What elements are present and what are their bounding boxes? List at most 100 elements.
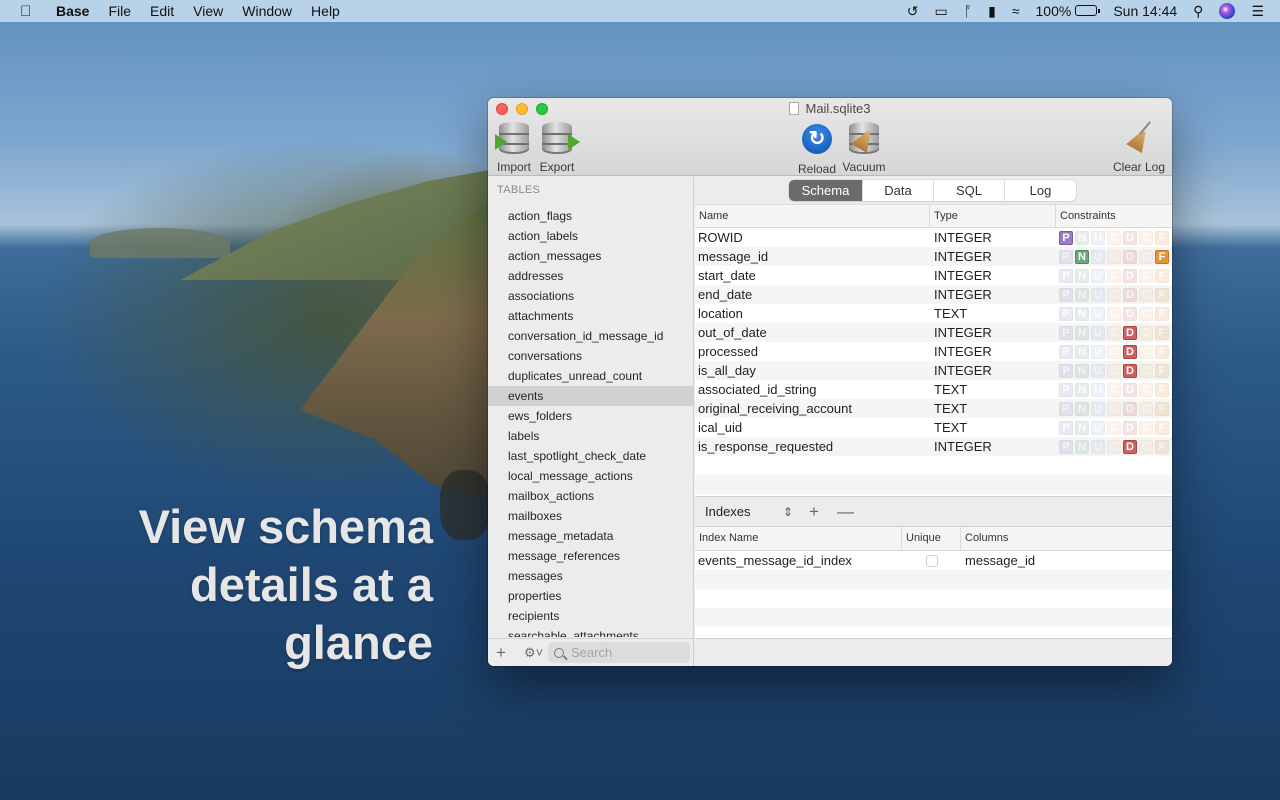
table-item[interactable]: properties xyxy=(488,586,693,606)
table-item[interactable]: duplicates_unread_count xyxy=(488,366,693,386)
tab-data[interactable]: Data xyxy=(863,180,934,201)
schema-row[interactable]: ROWID INTEGER P N U C D C F xyxy=(695,228,1172,247)
table-item[interactable]: searchable_attachments xyxy=(488,626,693,637)
empty-row xyxy=(695,475,1172,494)
clear-log-button[interactable]: Clear Log xyxy=(1110,121,1168,174)
constraint-n-badge: N xyxy=(1075,382,1089,397)
constraint-p-badge: P xyxy=(1059,325,1073,340)
table-item[interactable]: local_message_actions xyxy=(488,466,693,486)
constraint-n-badge: N xyxy=(1075,325,1089,340)
table-list[interactable]: action_flags action_labels action_messages… xyxy=(488,206,693,637)
table-search-field[interactable] xyxy=(548,642,690,663)
schema-row[interactable]: out_of_date INTEGER P N U C D C F xyxy=(695,323,1172,342)
schema-row[interactable]: associated_id_string TEXT P N U C D C F xyxy=(695,380,1172,399)
indexes-title[interactable]: Indexes xyxy=(705,504,775,519)
constraint-n-badge: N xyxy=(1075,230,1089,245)
index-columns: message_id xyxy=(965,553,1036,568)
schema-row[interactable]: start_date INTEGER P N U C D C F xyxy=(695,266,1172,285)
constraint-c-badge: C xyxy=(1107,363,1121,378)
table-item[interactable]: action_labels xyxy=(488,226,693,246)
gear-menu-icon[interactable]: ⚙˅ xyxy=(524,645,543,661)
app-window: Mail.sqlite3 Import Export ↻ Reload Vacu… xyxy=(488,98,1172,666)
vacuum-button[interactable]: Vacuum xyxy=(838,122,890,174)
column-header-unique[interactable]: Unique xyxy=(902,527,961,550)
add-index-button[interactable]: + xyxy=(809,502,829,522)
remove-index-button[interactable]: — xyxy=(837,502,857,522)
import-database-icon xyxy=(495,122,531,156)
table-item[interactable]: message_metadata xyxy=(488,526,693,546)
empty-row xyxy=(695,456,1172,475)
menu-app-name[interactable]: Base xyxy=(56,3,89,19)
constraint-n-badge: N xyxy=(1075,268,1089,283)
constraint-p-badge: P xyxy=(1059,306,1073,321)
schema-row[interactable]: processed INTEGER P N U C D C F xyxy=(695,342,1172,361)
search-input[interactable] xyxy=(571,645,681,660)
unique-checkbox[interactable] xyxy=(925,554,938,567)
time-machine-icon[interactable]: ↺ xyxy=(907,3,919,20)
menu-edit[interactable]: Edit xyxy=(150,3,174,19)
table-item[interactable]: associations xyxy=(488,286,693,306)
constraint-c-badge: C xyxy=(1107,306,1121,321)
clock[interactable]: Sun 14:44 xyxy=(1113,3,1177,19)
battery-status[interactable]: 100% xyxy=(1036,3,1101,19)
airplay-icon[interactable]: ▭ xyxy=(934,3,947,20)
tab-sql[interactable]: SQL xyxy=(934,180,1005,201)
schema-row[interactable]: is_response_requested INTEGER P N U C D C F xyxy=(695,437,1172,456)
table-item[interactable]: attachments xyxy=(488,306,693,326)
column-header-name[interactable]: Name xyxy=(695,205,930,227)
apple-menu-icon[interactable]:  xyxy=(20,3,34,20)
tab-schema[interactable]: Schema xyxy=(789,180,863,201)
add-table-button[interactable]: + xyxy=(496,643,512,663)
wifi-icon[interactable]: ≈ xyxy=(1012,3,1020,19)
notification-center-icon[interactable]: ☰ xyxy=(1251,3,1264,20)
schema-row[interactable]: message_id INTEGER P N U C D C F xyxy=(695,247,1172,266)
constraint-u-badge: U xyxy=(1091,382,1105,397)
schema-row[interactable]: original_receiving_account TEXT P N U C D C F xyxy=(695,399,1172,418)
column-header-columns[interactable]: Columns xyxy=(961,527,1172,550)
menu-file[interactable]: File xyxy=(108,3,131,19)
promo-headline: View schema details at a glance xyxy=(73,498,433,672)
indexes-popup-chevron-icon[interactable]: ⇕ xyxy=(783,505,803,519)
table-item[interactable]: conversations xyxy=(488,346,693,366)
index-row[interactable]: events_message_id_index message_id xyxy=(695,551,1172,570)
table-item[interactable]: action_messages xyxy=(488,246,693,266)
schema-row[interactable]: ical_uid TEXT P N U C D C F xyxy=(695,418,1172,437)
table-item[interactable]: messages xyxy=(488,566,693,586)
constraint-p-badge: P xyxy=(1059,420,1073,435)
schema-row[interactable]: is_all_day INTEGER P N U C D C F xyxy=(695,361,1172,380)
table-item[interactable]: recipients xyxy=(488,606,693,626)
table-item[interactable]: message_references xyxy=(488,546,693,566)
reload-button[interactable]: ↻ Reload xyxy=(791,122,843,176)
table-item[interactable]: labels xyxy=(488,426,693,446)
schema-row[interactable]: location TEXT P N U C D C F xyxy=(695,304,1172,323)
constraint-n-badge: N xyxy=(1075,420,1089,435)
table-item[interactable]: addresses xyxy=(488,266,693,286)
constraint-c-badge: C xyxy=(1107,287,1121,302)
volume-icon[interactable]: ▮ xyxy=(988,3,996,20)
menu-window[interactable]: Window xyxy=(242,3,292,19)
table-item[interactable]: events xyxy=(488,386,693,406)
schema-table: ROWID INTEGER P N U C D C Fmessage_id INTEGER P N U C… xyxy=(695,228,1172,498)
table-item[interactable]: ews_folders xyxy=(488,406,693,426)
reload-label: Reload xyxy=(797,162,837,176)
promo-line-3: glance xyxy=(284,616,433,669)
promo-line-2: details at a xyxy=(190,558,433,611)
menu-help[interactable]: Help xyxy=(311,3,340,19)
table-item[interactable]: mailbox_actions xyxy=(488,486,693,506)
schema-row[interactable]: end_date INTEGER P N U C D C F xyxy=(695,285,1172,304)
spotlight-search-icon[interactable]: ⚲ xyxy=(1193,3,1203,20)
tab-log[interactable]: Log xyxy=(1005,180,1076,201)
table-item[interactable]: mailboxes xyxy=(488,506,693,526)
bluetooth-icon[interactable]: ᚩ xyxy=(964,3,972,19)
menu-view[interactable]: View xyxy=(193,3,223,19)
export-button[interactable]: Export xyxy=(531,122,583,174)
constraint-n-badge: N xyxy=(1075,306,1089,321)
column-header-index-name[interactable]: Index Name xyxy=(695,527,902,550)
siri-icon[interactable] xyxy=(1219,3,1236,19)
table-item[interactable]: last_spotlight_check_date xyxy=(488,446,693,466)
column-header-type[interactable]: Type xyxy=(930,205,1056,227)
import-label: Import xyxy=(496,160,531,174)
table-item[interactable]: action_flags xyxy=(488,206,693,226)
column-header-constraints[interactable]: Constraints xyxy=(1056,205,1172,227)
table-item[interactable]: conversation_id_message_id xyxy=(488,326,693,346)
